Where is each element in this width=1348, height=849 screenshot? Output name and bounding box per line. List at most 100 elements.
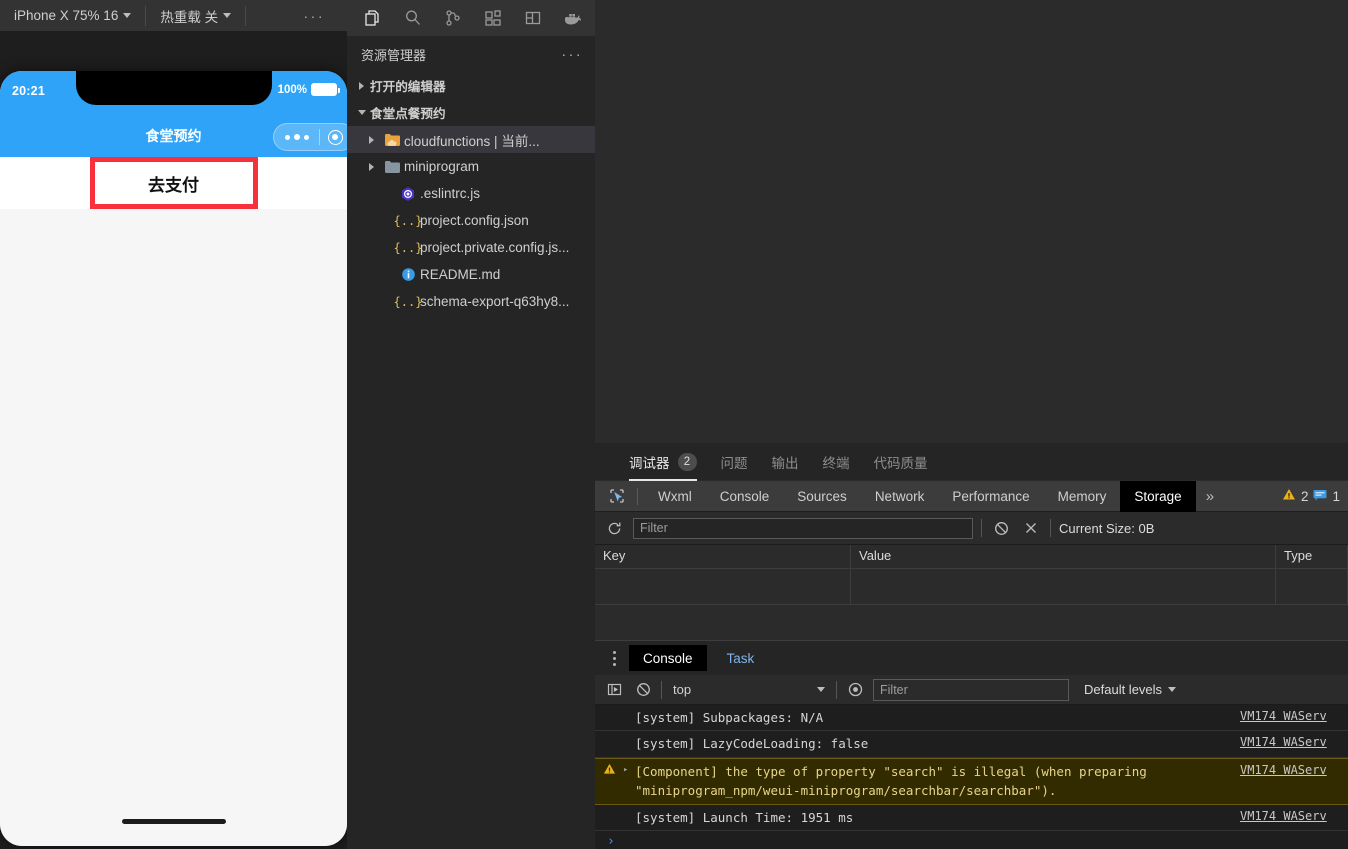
chevron-right-icon[interactable] xyxy=(363,135,380,144)
extensions-icon[interactable] xyxy=(473,0,513,36)
simulator-more-button[interactable]: ··· xyxy=(282,8,348,24)
tree-item-project-private-config[interactable]: {..} project.private.config.js... xyxy=(347,234,595,261)
console-levels-selector[interactable]: Default levels xyxy=(1076,682,1177,697)
log-message: [system] LazyCodeLoading: false xyxy=(635,736,869,752)
chevron-right-icon[interactable] xyxy=(363,162,380,171)
tree-item-label: project.config.json xyxy=(420,213,529,228)
log-message: [system] Launch Time: 1951 ms xyxy=(635,809,854,825)
devtools-tab-label: Network xyxy=(874,488,925,504)
console-filter-input[interactable] xyxy=(873,678,1069,701)
devtools-tab-memory[interactable]: Memory xyxy=(1044,481,1121,512)
tree-item-schema-export[interactable]: {..} schema-export-q63hy8... xyxy=(347,288,595,315)
layout-icon[interactable] xyxy=(513,0,553,36)
tree-item-miniprogram[interactable]: miniprogram xyxy=(347,153,595,180)
console-menu-icon[interactable] xyxy=(605,650,623,666)
console-tab-console[interactable]: Console xyxy=(629,645,707,671)
home-indicator xyxy=(121,819,226,824)
tree-item-label: miniprogram xyxy=(404,159,480,174)
hot-reload-selector[interactable]: 热重载 关 xyxy=(146,0,245,31)
column-header-key[interactable]: Key xyxy=(595,545,851,568)
editor-empty-area xyxy=(595,0,1348,443)
live-expression-icon[interactable] xyxy=(844,682,866,697)
sidebar-toggle-icon[interactable] xyxy=(603,682,625,697)
wechat-capsule-button[interactable] xyxy=(273,123,347,151)
devtools-tab-network[interactable]: Network xyxy=(861,481,939,512)
console-input-prompt[interactable]: › xyxy=(595,831,1348,849)
inspect-element-icon[interactable] xyxy=(603,488,631,504)
tree-item-eslintrc[interactable]: .eslintrc.js xyxy=(347,180,595,207)
source-control-icon[interactable] xyxy=(433,0,473,36)
bottom-panel: 调试器 2 问题 输出 终端 代码质量 Wxml Console Sources… xyxy=(595,443,1348,849)
log-source-link[interactable]: VM174 WAServ xyxy=(1240,762,1348,777)
column-header-type[interactable]: Type xyxy=(1276,545,1348,568)
chevron-down-icon xyxy=(123,13,132,18)
delete-selected-icon[interactable] xyxy=(1020,521,1042,535)
devtools-tab-storage[interactable]: Storage xyxy=(1120,480,1196,512)
log-entry[interactable]: [system] Subpackages: N/A VM174 WAServ xyxy=(595,705,1348,732)
clear-console-icon[interactable] xyxy=(632,682,654,697)
tree-section-open-editors[interactable]: 打开的编辑器 xyxy=(347,72,595,99)
tab-output[interactable]: 输出 xyxy=(760,443,811,481)
tab-problems[interactable]: 问题 xyxy=(709,443,760,481)
storage-filter-input[interactable] xyxy=(633,517,973,539)
tab-badge: 2 xyxy=(677,452,697,471)
console-context-selector[interactable]: top xyxy=(669,679,829,700)
explorer-header: 资源管理器 ··· xyxy=(347,36,595,72)
cell-value xyxy=(851,569,1276,604)
explorer-more-button[interactable]: ··· xyxy=(562,46,584,62)
tab-code-quality[interactable]: 代码质量 xyxy=(862,443,940,481)
tree-item-cloudfunctions[interactable]: cloudfunctions | 当前... xyxy=(347,126,595,153)
devtools-tab-label: Sources xyxy=(797,488,847,504)
chevron-down-icon xyxy=(223,13,232,18)
log-entry-warning[interactable]: ▸ [Component] the type of property "sear… xyxy=(595,757,1348,805)
log-expand-icon[interactable]: ▸ xyxy=(623,762,635,775)
simulator-panel: iPhone X 75% 16 热重载 关 ··· 20:21 100% 食堂预… xyxy=(0,0,347,849)
chevron-down-icon[interactable] xyxy=(353,110,370,115)
console-tab-bar: Console Task xyxy=(595,641,1348,675)
storage-empty-fill xyxy=(595,605,1348,641)
console-toolbar: top Default levels xyxy=(595,675,1348,705)
table-row[interactable] xyxy=(595,569,1348,605)
devtools-overflow-button[interactable]: » xyxy=(1196,488,1224,505)
device-selector[interactable]: iPhone X 75% 16 xyxy=(0,0,145,31)
console-tab-task[interactable]: Task xyxy=(713,645,769,671)
devtools-tab-wxml[interactable]: Wxml xyxy=(644,481,706,512)
docker-icon[interactable] xyxy=(553,0,593,36)
devtools-tab-console[interactable]: Console xyxy=(706,481,784,512)
log-expand-icon xyxy=(623,708,635,711)
tab-debugger[interactable]: 调试器 2 xyxy=(617,443,709,481)
app-root: iPhone X 75% 16 热重载 关 ··· 20:21 100% 食堂预… xyxy=(0,0,1348,849)
tree-item-readme[interactable]: README.md xyxy=(347,261,595,288)
battery-percent: 100% xyxy=(277,83,307,96)
devtools-tab-label: Performance xyxy=(952,488,1030,504)
tree-item-project-config[interactable]: {..} project.config.json xyxy=(347,207,595,234)
search-icon[interactable] xyxy=(393,0,433,36)
tab-terminal[interactable]: 终端 xyxy=(811,443,862,481)
explorer-icon[interactable] xyxy=(353,0,393,36)
tree-item-label: schema-export-q63hy8... xyxy=(420,294,570,309)
message-icon xyxy=(1313,489,1327,504)
devtools-tab-performance[interactable]: Performance xyxy=(938,481,1043,512)
log-source-link[interactable]: VM174 WAServ xyxy=(1240,708,1348,723)
more-dots-icon[interactable] xyxy=(274,133,309,141)
dot xyxy=(293,133,300,141)
cell-type xyxy=(1276,569,1348,604)
pay-button[interactable]: 去支付 xyxy=(0,157,347,209)
console-log-list: [system] Subpackages: N/A VM174 WAServ [… xyxy=(595,705,1348,849)
log-source-link[interactable]: VM174 WAServ xyxy=(1240,808,1348,823)
close-target-icon[interactable] xyxy=(327,129,343,145)
devtools-tab-sources[interactable]: Sources xyxy=(783,481,861,512)
devtools-status-badges[interactable]: 2 1 xyxy=(1282,488,1348,504)
chevron-right-icon[interactable] xyxy=(353,81,370,90)
tree-section-project[interactable]: 食堂点餐预约 xyxy=(347,99,595,126)
refresh-icon[interactable] xyxy=(603,521,625,536)
clear-all-icon[interactable] xyxy=(990,521,1012,536)
log-source-link[interactable]: VM174 WAServ xyxy=(1240,734,1348,749)
log-message: [Component] the type of property "search… xyxy=(635,763,1155,799)
log-entry[interactable]: [system] LazyCodeLoading: false VM174 WA… xyxy=(595,731,1348,758)
log-expand-icon xyxy=(623,808,635,811)
log-entry[interactable]: [system] Launch Time: 1951 ms VM174 WASe… xyxy=(595,805,1348,831)
folder-cloud-icon xyxy=(380,133,404,147)
column-header-value[interactable]: Value xyxy=(851,545,1276,568)
pay-button-label: 去支付 xyxy=(148,175,199,195)
